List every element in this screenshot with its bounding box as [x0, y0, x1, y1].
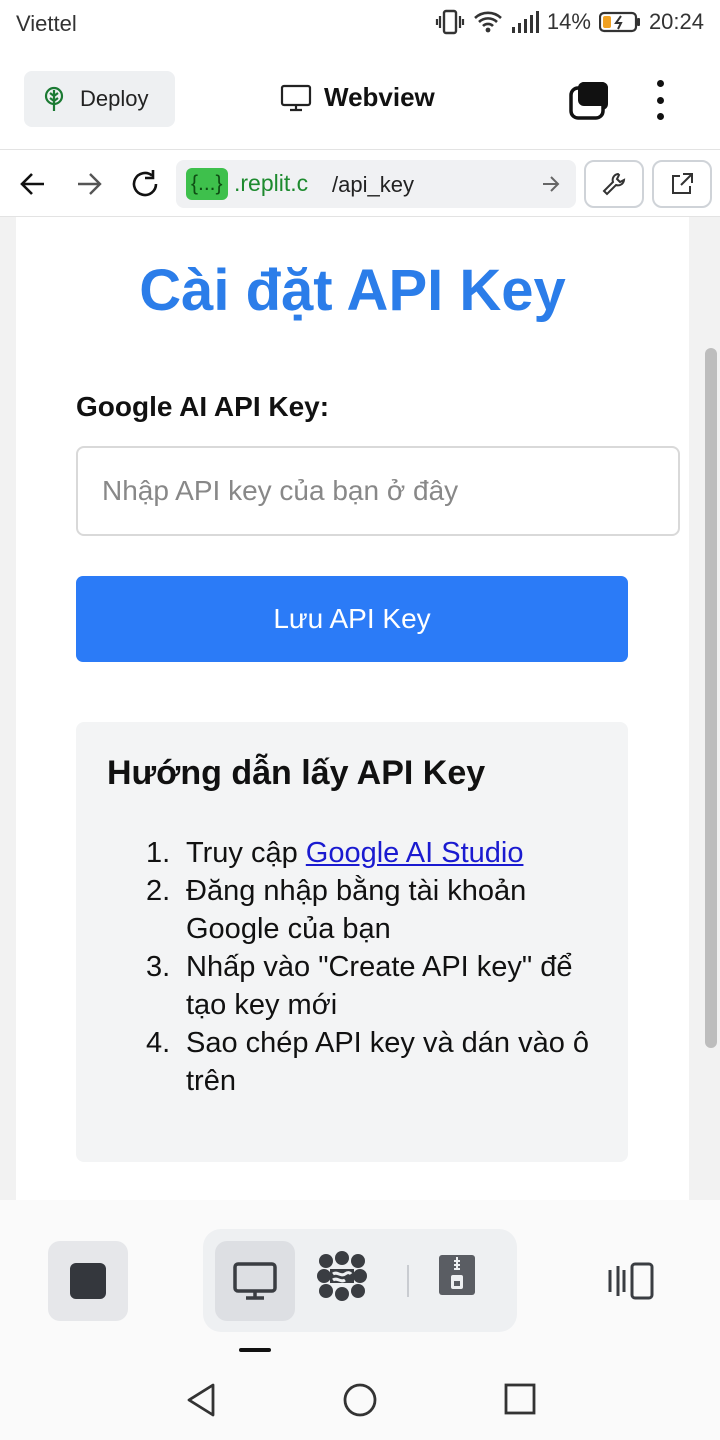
open-external-button[interactable] — [652, 160, 712, 208]
active-tool-indicator — [239, 1348, 271, 1352]
arrow-left-icon[interactable] — [18, 167, 48, 201]
url-bar: {...} .replit.c /api_key — [0, 151, 720, 217]
home-circle-icon[interactable] — [342, 1382, 378, 1418]
replit-topbar: Deploy Webview — [0, 50, 720, 150]
url-path: /api_key — [332, 172, 414, 197]
wrench-icon — [602, 172, 626, 196]
deploy-button[interactable]: Deploy — [24, 71, 175, 127]
clock: 20:24 — [648, 9, 704, 34]
guide-steps: 1. Truy cập Google AI Studio 2. Đăng nhậ… — [146, 834, 606, 1100]
status-icons: 14% 20:24 — [435, 9, 704, 35]
url-domain: .replit.c — [234, 170, 309, 196]
reload-icon[interactable] — [129, 167, 161, 201]
guide-step: 2. Đăng nhập bằng tài khoản Google của b… — [146, 875, 527, 945]
api-key-input[interactable] — [76, 446, 680, 536]
signal-icon — [511, 11, 539, 33]
kebab-menu-icon[interactable] — [650, 80, 670, 120]
vibrate-icon — [435, 9, 464, 35]
tool-switcher — [203, 1229, 517, 1332]
webview-tab-title: Webview — [280, 82, 435, 113]
stop-icon — [70, 1263, 106, 1299]
stop-button[interactable] — [48, 1241, 128, 1321]
monitor-icon — [233, 1262, 277, 1300]
guide-box: Hướng dẫn lấy API Key 1. Truy cập Google… — [76, 722, 628, 1162]
replit-bottom-toolbar — [0, 1200, 720, 1360]
webview-tool-button[interactable] — [215, 1241, 295, 1321]
page-title: Cài đặt API Key — [139, 258, 566, 323]
tabs-icon[interactable] — [568, 80, 612, 120]
status-bar: Viettel 14% 20:24 — [0, 0, 720, 50]
google-ai-studio-link[interactable]: Google AI Studio — [306, 837, 524, 869]
panel-toggle-icon[interactable] — [606, 1262, 656, 1300]
ai-agent-icon[interactable] — [315, 1249, 369, 1303]
guide-title: Hướng dẫn lấy API Key — [107, 754, 486, 792]
url-domain-chip: {...} — [186, 168, 228, 200]
monitor-icon — [280, 84, 312, 111]
arrow-right-icon[interactable] — [74, 167, 104, 201]
api-key-label: Google AI API Key: — [76, 391, 330, 422]
battery-icon — [598, 11, 640, 33]
battery-percent: 14% — [546, 9, 591, 34]
guide-step: 4. Sao chép API key và dán vào ô trên — [146, 1027, 590, 1097]
save-api-key-button[interactable]: Lưu API Key — [76, 576, 628, 662]
deploy-label: Deploy — [80, 86, 149, 111]
wifi-icon — [474, 11, 502, 33]
external-link-icon — [672, 173, 693, 194]
back-triangle-icon[interactable] — [184, 1382, 218, 1418]
carrier-name: Viettel — [16, 11, 77, 36]
recents-square-icon[interactable] — [504, 1382, 536, 1416]
deploy-tree-icon — [44, 86, 64, 111]
url-field[interactable]: {...} .replit.c /api_key — [176, 160, 576, 208]
webview-title: Webview — [324, 82, 435, 112]
scrollbar[interactable] — [705, 348, 717, 1048]
zip-archive-icon[interactable] — [437, 1253, 477, 1297]
url-go-arrow-icon[interactable] — [540, 172, 562, 196]
android-nav-bar — [0, 1360, 720, 1440]
settings-card: Cài đặt API Key Google AI API Key: Lưu A… — [16, 217, 689, 1200]
tool-divider — [407, 1265, 409, 1297]
guide-step: 3. Nhấp vào "Create API key" để tạo key … — [146, 951, 573, 1021]
guide-step: 1. Truy cập Google AI Studio — [146, 837, 524, 869]
webview-content: Cài đặt API Key Google AI API Key: Lưu A… — [0, 217, 720, 1200]
devtools-button[interactable] — [584, 160, 644, 208]
